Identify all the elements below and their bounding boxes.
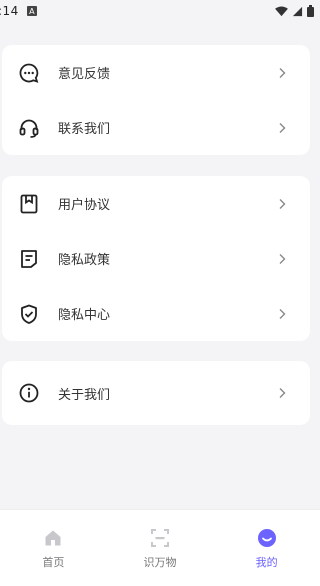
- menu-row-feedback[interactable]: 意见反馈: [2, 45, 310, 100]
- status-bar: :14 A: [0, 0, 320, 22]
- menu-label: 意见反馈: [58, 67, 111, 82]
- smiley-icon: [257, 529, 276, 547]
- menu-label: 关于我们: [58, 387, 111, 403]
- chevron-right-icon: [279, 198, 286, 209]
- settings-card-1: 意见反馈 联系我们: [2, 45, 310, 155]
- info-icon: [18, 382, 40, 404]
- tab-profile[interactable]: 我的: [213, 510, 320, 586]
- battery-icon: [307, 5, 314, 17]
- status-time: :14: [0, 4, 19, 18]
- bookmark-icon: [18, 193, 40, 215]
- menu-row-contact[interactable]: 联系我们: [2, 100, 310, 155]
- chevron-right-icon: [279, 388, 286, 398]
- chevron-right-icon: [279, 308, 286, 319]
- settings-card-3: 关于我们: [2, 361, 310, 425]
- menu-row-about[interactable]: 关于我们: [2, 361, 310, 425]
- menu-row-privacy-center[interactable]: 隐私中心: [2, 286, 310, 341]
- headset-icon: [18, 117, 40, 139]
- menu-label: 联系我们: [58, 122, 111, 137]
- menu-label: 用户协议: [58, 198, 111, 213]
- tab-label: 首页: [42, 556, 65, 569]
- menu-row-user-agreement[interactable]: 用户协议: [2, 176, 310, 231]
- tab-label: 识万物: [143, 556, 177, 569]
- wifi-icon: [275, 5, 288, 16]
- chevron-right-icon: [279, 122, 286, 133]
- settings-card-2: 用户协议 隐私政策 隐私中心: [2, 176, 310, 341]
- home-icon: [45, 530, 61, 546]
- document-icon: [18, 248, 40, 270]
- chevron-right-icon: [279, 67, 286, 78]
- menu-row-privacy-policy[interactable]: 隐私政策: [2, 231, 310, 286]
- menu-label: 隐私政策: [58, 253, 111, 268]
- menu-label: 隐私中心: [58, 308, 111, 323]
- bottom-tab-bar: 首页 识万物 我的: [0, 509, 320, 586]
- shield-check-icon: [18, 303, 40, 325]
- tab-scan[interactable]: 识万物: [107, 510, 214, 586]
- tab-label: 我的: [255, 556, 278, 569]
- notification-badge: A: [26, 6, 37, 16]
- scan-icon: [151, 529, 169, 547]
- chevron-right-icon: [279, 253, 286, 264]
- signal-icon: [292, 6, 303, 16]
- tab-home[interactable]: 首页: [0, 510, 107, 586]
- chat-bubble-icon: [18, 62, 40, 84]
